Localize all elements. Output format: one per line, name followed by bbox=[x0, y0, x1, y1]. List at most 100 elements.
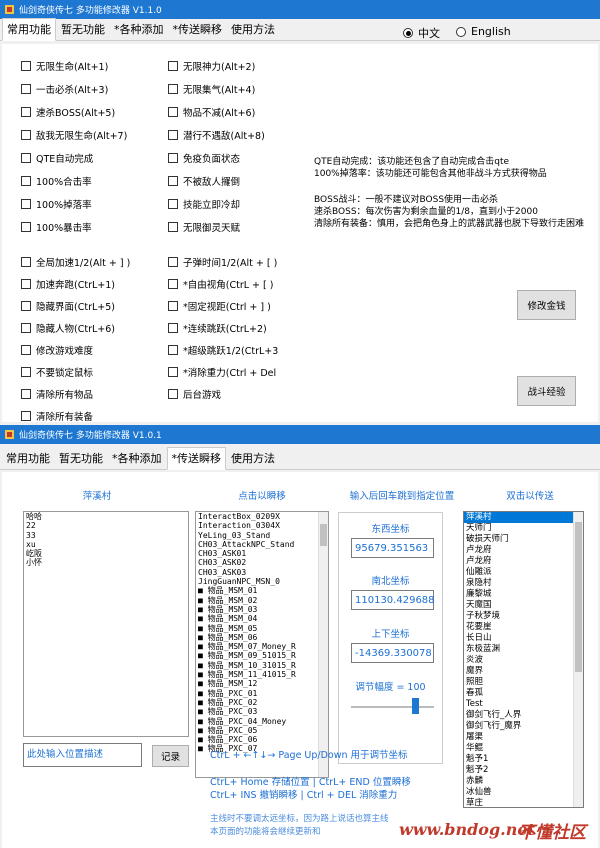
checkbox-box[interactable] bbox=[21, 61, 31, 71]
checkbox-box[interactable] bbox=[21, 345, 31, 355]
saved-positions-list[interactable]: 哈哈 22 33 xu 屹阪 小怀 bbox=[23, 511, 189, 737]
list-item[interactable]: 冰仙兽 bbox=[464, 787, 583, 798]
tab-add[interactable]: *各种添加 bbox=[108, 448, 166, 469]
list-item[interactable]: 破损天师门 bbox=[464, 534, 583, 545]
checkbox-box[interactable] bbox=[21, 107, 31, 117]
cheat-checkbox[interactable]: 清除所有装备 bbox=[21, 409, 93, 423]
cheat-checkbox[interactable]: *连续跳跃(CtrL+2) bbox=[168, 321, 267, 335]
list-item[interactable]: 魁予1 bbox=[464, 754, 583, 765]
list-item[interactable]: InteractBox_0209X bbox=[196, 512, 328, 521]
checkbox-box[interactable] bbox=[168, 84, 178, 94]
list-item[interactable]: ■ 物品_PXC_04_Money bbox=[196, 717, 328, 726]
list-item[interactable]: YeLing_03_Stand bbox=[196, 531, 328, 540]
entity-list[interactable]: InteractBox_0209X Interaction_0304X YeLing… bbox=[195, 511, 329, 778]
tab-common[interactable]: 常用功能 bbox=[2, 18, 56, 41]
cheat-checkbox[interactable]: 100%合击率 bbox=[21, 174, 92, 188]
cheat-checkbox[interactable]: *固定视距(Ctrl + ] ) bbox=[168, 299, 271, 313]
checkbox-box[interactable] bbox=[168, 176, 178, 186]
position-description-input[interactable]: 此处输入位置描述 bbox=[23, 743, 142, 767]
checkbox-box[interactable] bbox=[21, 279, 31, 289]
tab-usage[interactable]: 使用方法 bbox=[227, 448, 279, 469]
list-item[interactable]: 长日山 bbox=[464, 633, 583, 644]
checkbox-box[interactable] bbox=[168, 199, 178, 209]
list-item[interactable]: ■ 物品_PXC_01 bbox=[196, 689, 328, 698]
tab-add[interactable]: *各种添加 bbox=[110, 19, 168, 40]
list-item[interactable]: 22 bbox=[24, 521, 188, 530]
checkbox-box[interactable] bbox=[168, 153, 178, 163]
list-item[interactable]: ■ 物品_MSM_04 bbox=[196, 614, 328, 623]
checkbox-box[interactable] bbox=[21, 176, 31, 186]
cheat-checkbox[interactable]: 无限生命(Alt+1) bbox=[21, 59, 108, 73]
cheat-checkbox[interactable]: 不被敌人攞倒 bbox=[168, 174, 240, 188]
list-item[interactable]: ■ 物品_PXC_05 bbox=[196, 726, 328, 735]
cheat-checkbox[interactable]: 一击必杀(Alt+3) bbox=[21, 82, 108, 96]
step-slider-thumb[interactable] bbox=[412, 698, 419, 714]
step-slider-track[interactable] bbox=[351, 706, 434, 708]
cheat-checkbox[interactable]: 无限神力(Alt+2) bbox=[168, 59, 255, 73]
cheat-checkbox[interactable]: 物品不减(Alt+6) bbox=[168, 105, 255, 119]
tab-none[interactable]: 暂无功能 bbox=[55, 448, 107, 469]
ns-coordinate-field[interactable]: 110130.429688 bbox=[351, 590, 435, 610]
list-item[interactable]: 泉隐村 bbox=[464, 578, 583, 589]
cheat-checkbox[interactable]: 不要锁定鼠标 bbox=[21, 365, 93, 379]
checkbox-box[interactable] bbox=[21, 84, 31, 94]
tab-usage[interactable]: 使用方法 bbox=[227, 19, 279, 40]
list-item[interactable]: 小怀 bbox=[24, 558, 188, 567]
list-item[interactable]: Test bbox=[464, 699, 583, 710]
cheat-checkbox[interactable]: 免疫负面状态 bbox=[168, 151, 240, 165]
list-item[interactable]: CH03_ASK01 bbox=[196, 549, 328, 558]
checkbox-box[interactable] bbox=[21, 199, 31, 209]
checkbox-box[interactable] bbox=[168, 61, 178, 71]
list-item[interactable]: 华鲲 bbox=[464, 743, 583, 754]
checkbox-box[interactable] bbox=[168, 389, 178, 399]
cheat-checkbox[interactable]: 修改游戏难度 bbox=[21, 343, 93, 357]
list-item[interactable]: 天魔国 bbox=[464, 600, 583, 611]
cheat-checkbox[interactable]: 隐藏界面(CtrL+5) bbox=[21, 299, 115, 313]
tab-teleport[interactable]: *传送瞬移 bbox=[169, 19, 227, 40]
checkbox-box[interactable] bbox=[21, 222, 31, 232]
list-item[interactable]: xu bbox=[24, 540, 188, 549]
battle-exp-button[interactable]: 战斗经验 bbox=[517, 376, 576, 406]
checkbox-box[interactable] bbox=[21, 389, 31, 399]
cheat-checkbox[interactable]: 技能立即冷却 bbox=[168, 197, 240, 211]
list-item[interactable]: ■ 物品_MSM_12 bbox=[196, 679, 328, 688]
list-item[interactable]: CH03_ASK03 bbox=[196, 568, 328, 577]
location-list[interactable]: 萍溪村 天师门 破损天师门 卢龙府 卢龙府 仙雕派 泉隐村 廉黎城 天魔国 子秋梦境 花要崖 长日山东… bbox=[463, 511, 584, 808]
list-item[interactable]: 哈哈 bbox=[24, 512, 188, 521]
tab-common[interactable]: 常用功能 bbox=[2, 448, 54, 469]
list-item[interactable]: 仙雕派 bbox=[464, 567, 583, 578]
location-scrollbar[interactable] bbox=[573, 512, 583, 807]
list-item[interactable]: 卢龙府 bbox=[464, 556, 583, 567]
checkbox-box[interactable] bbox=[168, 367, 178, 377]
list-item[interactable]: 魁予2 bbox=[464, 765, 583, 776]
checkbox-box[interactable] bbox=[168, 130, 178, 140]
checkbox-box[interactable] bbox=[168, 279, 178, 289]
list-item[interactable]: 廉黎城 bbox=[464, 589, 583, 600]
tab-none[interactable]: 暂无功能 bbox=[57, 19, 109, 40]
checkbox-box[interactable] bbox=[21, 367, 31, 377]
list-item[interactable]: ■ 物品_MSM_06 bbox=[196, 633, 328, 642]
list-item[interactable]: 屹阪 bbox=[24, 549, 188, 558]
list-item[interactable]: ■ 物品_MSM_11_41015_R bbox=[196, 670, 328, 679]
entity-scrollbar[interactable] bbox=[318, 512, 328, 777]
list-item[interactable]: 33 bbox=[24, 531, 188, 540]
cheat-checkbox[interactable]: 全局加速1/2(Alt + ] ) bbox=[21, 255, 130, 269]
list-item[interactable]: 屠渠 bbox=[464, 732, 583, 743]
list-item[interactable]: 子秋梦境 bbox=[464, 611, 583, 622]
checkbox-box[interactable] bbox=[168, 323, 178, 333]
list-item[interactable]: 炎波 bbox=[464, 655, 583, 666]
checkbox-box[interactable] bbox=[21, 323, 31, 333]
cheat-checkbox[interactable]: 100%暴击率 bbox=[21, 220, 92, 234]
cheat-checkbox[interactable]: 潜行不遇敌(Alt+8) bbox=[168, 128, 265, 142]
list-item[interactable]: ■ 物品_MSM_10_31015_R bbox=[196, 661, 328, 670]
list-item[interactable]: CH03_ASK02 bbox=[196, 558, 328, 567]
checkbox-box[interactable] bbox=[168, 222, 178, 232]
cheat-checkbox[interactable]: 后台游戏 bbox=[168, 387, 221, 401]
list-item[interactable]: JingGuanNPC_MSN_0 bbox=[196, 577, 328, 586]
cheat-checkbox[interactable]: 子弹时间1/2(Alt + [ ) bbox=[168, 255, 277, 269]
cheat-checkbox[interactable]: 无限御灵天赋 bbox=[168, 220, 240, 234]
list-item[interactable]: 赤麟 bbox=[464, 776, 583, 787]
checkbox-box[interactable] bbox=[168, 345, 178, 355]
cheat-checkbox[interactable]: *消除重力(Ctrl + Del bbox=[168, 365, 276, 379]
list-item[interactable]: ■ 物品_PXC_02 bbox=[196, 698, 328, 707]
